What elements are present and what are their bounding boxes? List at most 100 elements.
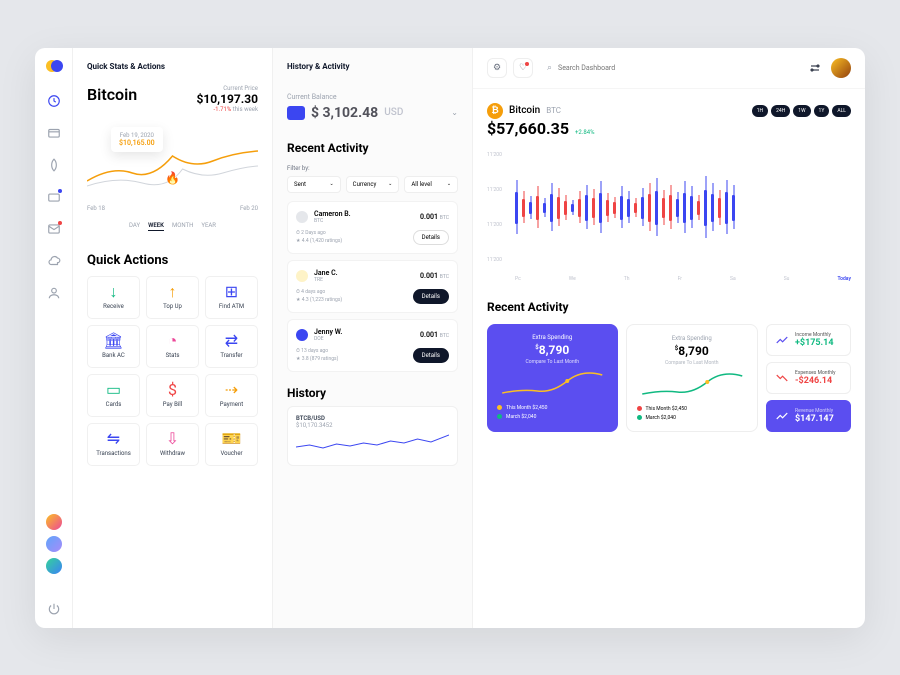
- action-cards[interactable]: ▭Cards: [87, 374, 140, 417]
- price-change: -1.71% this week: [196, 106, 258, 113]
- spending-card-primary[interactable]: Extra Spending $8,790 Compare To Last Mo…: [487, 324, 618, 432]
- action-transfer[interactable]: ⇄Transfer: [205, 325, 258, 368]
- candle: [578, 199, 581, 217]
- action-bank-ac[interactable]: 🏛Bank AC: [87, 325, 140, 368]
- action-pay-bill[interactable]: $Pay Bill: [146, 374, 199, 417]
- candle: [627, 199, 630, 217]
- asset-price: $10,197.30: [196, 92, 258, 106]
- candle: [522, 199, 525, 217]
- range-1H[interactable]: 1H: [752, 105, 768, 117]
- col2-header: History & Activity: [273, 48, 472, 85]
- nav-cards-icon[interactable]: [47, 190, 61, 204]
- crypto-change: +2.84%: [575, 129, 595, 136]
- spending-card-secondary[interactable]: Extra Spending $8,790 Compare To Last Mo…: [626, 324, 759, 432]
- action-icon: ⇋: [107, 432, 121, 446]
- candle: [515, 192, 518, 224]
- nav-wallet-icon[interactable]: [47, 126, 61, 140]
- activity-card: Jane C.TRE0.001 BTC ⏱ 4 days ago★ 4.3 (1…: [287, 260, 458, 313]
- tab-day[interactable]: DAY: [129, 222, 140, 231]
- tab-year[interactable]: YEAR: [201, 222, 216, 231]
- currency-badge-icon: [296, 270, 308, 282]
- filter-sent[interactable]: Sent⌄: [287, 176, 341, 193]
- action-icon: 🎫: [225, 432, 239, 446]
- candle: [592, 198, 595, 218]
- search-input[interactable]: [558, 64, 791, 72]
- range-1W[interactable]: 1W: [793, 105, 810, 117]
- currency-badge-icon: [296, 211, 308, 223]
- candle: [557, 197, 560, 219]
- crypto-price: $57,660.35: [487, 119, 569, 138]
- action-stats[interactable]: ◔Stats: [146, 325, 199, 368]
- app-window: Quick Stats & Actions Bitcoin Current Pr…: [35, 48, 865, 628]
- quick-stats-column: Quick Stats & Actions Bitcoin Current Pr…: [73, 48, 273, 628]
- candle: [641, 197, 644, 219]
- nav-dashboard-icon[interactable]: [47, 94, 61, 108]
- candle: [536, 196, 539, 220]
- avatar[interactable]: [46, 558, 62, 574]
- quick-actions-title: Quick Actions: [73, 241, 272, 276]
- avatar[interactable]: [46, 514, 62, 530]
- notification-icon[interactable]: ♡: [513, 58, 533, 78]
- bitcoin-icon: ₿: [487, 103, 503, 119]
- candle: [550, 194, 553, 222]
- recent-activity-title-main: Recent Activity: [487, 300, 851, 314]
- candle: [662, 198, 665, 218]
- power-icon[interactable]: [47, 602, 61, 616]
- action-payment[interactable]: ⇢Payment: [205, 374, 258, 417]
- trend-down-icon: [775, 371, 789, 385]
- range-24H[interactable]: 24H: [771, 105, 790, 117]
- main-column: ⚙ ♡ ⌕ ₿ Bitcoin BTC 1H24H1W1YALL $57,660…: [473, 48, 865, 628]
- details-button[interactable]: Details: [413, 230, 449, 245]
- candle: [697, 201, 700, 215]
- action-icon: ⊞: [225, 285, 239, 299]
- filter-block: Filter by: Sent⌄Currency⌄All level⌄: [273, 161, 472, 201]
- action-voucher[interactable]: 🎫Voucher: [205, 423, 258, 466]
- candle: [704, 190, 707, 226]
- range-1Y[interactable]: 1Y: [814, 105, 830, 117]
- candle: [606, 200, 609, 216]
- candle: [529, 202, 532, 214]
- nav-mail-icon[interactable]: [47, 222, 61, 236]
- settings-icon[interactable]: ⚙: [487, 58, 507, 78]
- candle: [683, 193, 686, 223]
- activity-list: Cameron B.BTC0.001 BTC ⏱ 2 Days ago★ 4.4…: [273, 201, 472, 372]
- filter-icon[interactable]: [805, 58, 825, 78]
- quick-actions-grid: ↓Receive↑Top Up⊞Find ATM 🏛Bank AC◔Stats⇄T…: [73, 276, 272, 480]
- asset-name: Bitcoin: [87, 85, 137, 104]
- activity-card: Cameron B.BTC0.001 BTC ⏱ 2 Days ago★ 4.4…: [287, 201, 458, 254]
- filter-all-level[interactable]: All level⌄: [404, 176, 458, 193]
- metric-revenue[interactable]: Revenue Monthly$147.147: [766, 400, 851, 432]
- profile-avatar[interactable]: [831, 58, 851, 78]
- action-withdraw[interactable]: ⇩Withdraw: [146, 423, 199, 466]
- search-icon: ⌕: [547, 63, 552, 73]
- chart-icon: [775, 409, 789, 423]
- range-ALL[interactable]: ALL: [832, 105, 851, 117]
- action-receive[interactable]: ↓Receive: [87, 276, 140, 319]
- action-icon: ◔: [166, 334, 180, 348]
- tab-month[interactable]: MONTH: [172, 222, 193, 231]
- stats-block: Bitcoin Current Price $10,197.30 -1.71% …: [73, 85, 272, 241]
- nav-cloud-icon[interactable]: [47, 254, 61, 268]
- candle: [676, 199, 679, 217]
- history-column: History & Activity Current Balance $ 3,1…: [273, 48, 473, 628]
- action-icon: ↑: [166, 285, 180, 299]
- action-find-atm[interactable]: ⊞Find ATM: [205, 276, 258, 319]
- nav-activity-icon[interactable]: [47, 158, 61, 172]
- candle: [564, 201, 567, 215]
- nav-user-icon[interactable]: [47, 286, 61, 300]
- action-transactions[interactable]: ⇋Transactions: [87, 423, 140, 466]
- balance-block: Current Balance $ 3,102.48 USD ⌄: [273, 85, 472, 135]
- details-button[interactable]: Details: [413, 289, 449, 304]
- candle: [725, 192, 728, 224]
- chart-tooltip: Feb 19, 2020 $10,165.00: [111, 127, 163, 152]
- candle: [648, 194, 651, 222]
- metric-expenses[interactable]: Expenses Monthly-$246.14: [766, 362, 851, 394]
- metric-income[interactable]: Income Monthly+$175.14: [766, 324, 851, 356]
- avatar[interactable]: [46, 536, 62, 552]
- details-button[interactable]: Details: [413, 348, 449, 363]
- action-top-up[interactable]: ↑Top Up: [146, 276, 199, 319]
- filter-currency[interactable]: Currency⌄: [346, 176, 400, 193]
- candlestick-chart: 11'20011'20011'20011'200 PcWeThFrSaSuTod…: [487, 152, 851, 282]
- chevron-down-icon[interactable]: ⌄: [451, 108, 458, 117]
- tab-week[interactable]: WEEK: [148, 222, 164, 231]
